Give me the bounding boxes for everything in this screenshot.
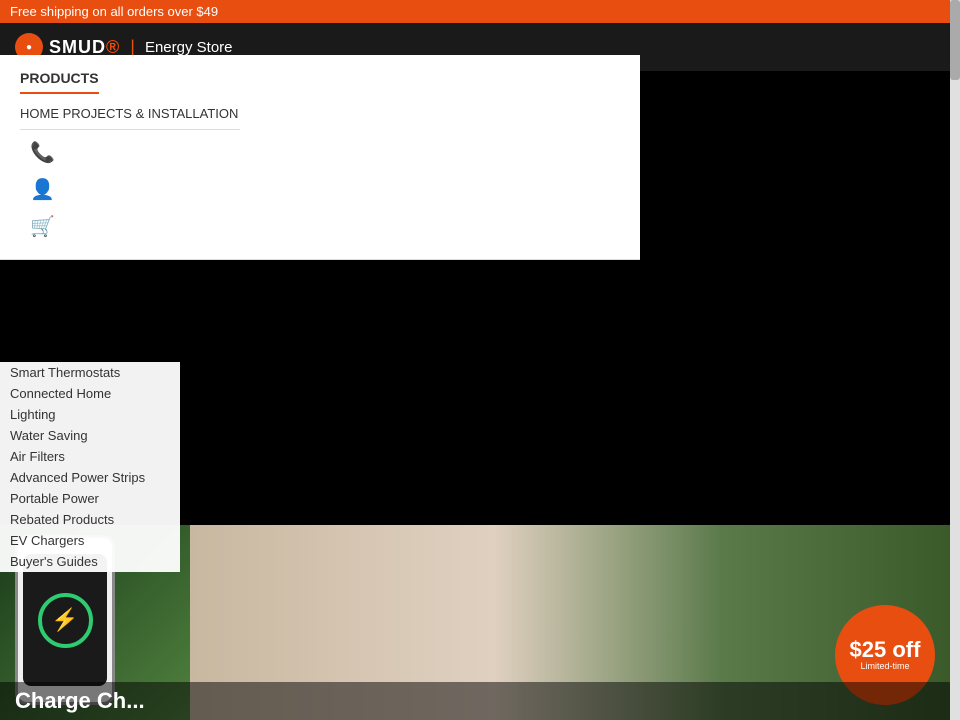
nav-item-portable-power[interactable]: Portable Power: [0, 488, 180, 509]
user-icon: 👤: [30, 177, 55, 202]
phone-screen: ⚡: [23, 554, 108, 685]
products-menu-label[interactable]: PRODUCTS: [20, 70, 99, 94]
products-dropdown: PRODUCTS HOME PROJECTS & INSTALLATION 📞 …: [0, 55, 640, 260]
nav-item-rebated-products[interactable]: Rebated Products: [0, 509, 180, 530]
nav-item-advanced-power-strips[interactable]: Advanced Power Strips: [0, 467, 180, 488]
nav-item-lighting[interactable]: Lighting: [0, 404, 180, 425]
energy-store-label: Energy Store: [145, 39, 233, 56]
scrollbar[interactable]: [950, 0, 960, 720]
smud-superscript: ®: [106, 37, 120, 57]
charging-indicator: ⚡: [38, 593, 93, 648]
promo-amount: $25 off: [850, 639, 921, 661]
cart-icon-row[interactable]: 🛒: [30, 214, 620, 239]
smud-dot: ●: [26, 42, 32, 53]
home-projects-menu-item[interactable]: HOME PROJECTS & INSTALLATION: [20, 106, 240, 130]
scrollbar-thumb[interactable]: [950, 0, 960, 80]
promo-limited-time: Limited-time: [860, 661, 909, 672]
user-icon-row[interactable]: 👤: [30, 177, 620, 202]
hero-title-continued: Ch...: [97, 688, 145, 713]
free-shipping-banner: Free shipping on all orders over $49: [0, 0, 960, 23]
nav-item-connected-home[interactable]: Connected Home: [0, 383, 180, 404]
phone-icon-row[interactable]: 📞: [30, 140, 620, 165]
nav-item-air-filters[interactable]: Air Filters: [0, 446, 180, 467]
phone-icon: 📞: [30, 140, 55, 165]
category-nav-list: Smart Thermostats Connected Home Lightin…: [0, 362, 180, 572]
nav-item-water-saving[interactable]: Water Saving: [0, 425, 180, 446]
nav-item-ev-chargers[interactable]: EV Chargers: [0, 530, 180, 551]
smud-label: SMUD: [49, 37, 106, 57]
banner-text: Free shipping on all orders over $49: [10, 4, 218, 19]
nav-item-smart-thermostats[interactable]: Smart Thermostats: [0, 362, 180, 383]
header-icons: 📞 👤 🛒: [20, 140, 620, 239]
hero-title-text: Charge: [15, 688, 91, 713]
bolt-icon: ⚡: [51, 607, 78, 633]
nav-item-buyers-guides[interactable]: Buyer's Guides: [0, 551, 180, 572]
cart-icon: 🛒: [30, 214, 55, 239]
hero-title: Charge Ch...: [0, 682, 950, 720]
